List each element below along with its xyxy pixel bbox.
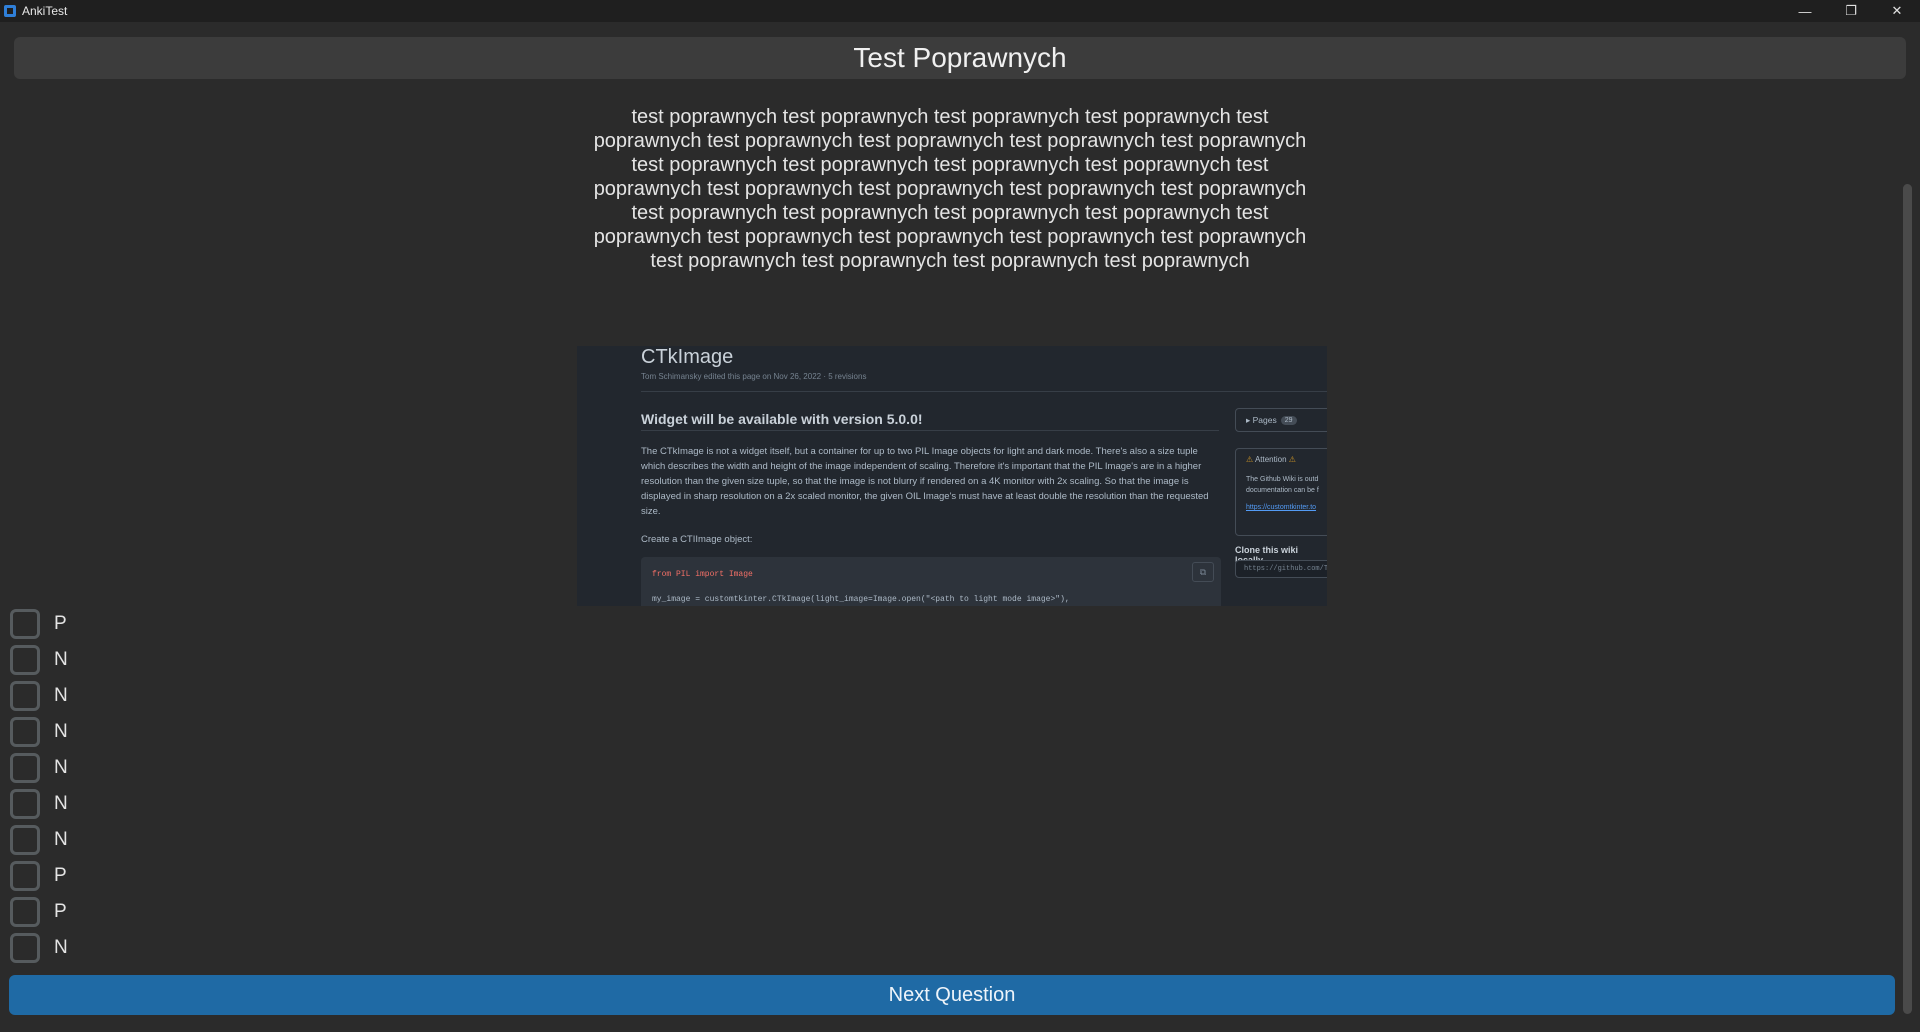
answer-checkbox[interactable]: [10, 609, 40, 639]
copy-icon: ⧉: [1192, 562, 1214, 582]
image-clone-url: https://github.com/T: [1235, 560, 1327, 578]
image-pages-count: 29: [1280, 415, 1297, 425]
scrollbar-thumb[interactable]: [1903, 184, 1912, 1014]
answer-checkbox[interactable]: [10, 789, 40, 819]
title-bar: AnkiTest — ❐ ✕: [0, 0, 1920, 22]
image-create-text: Create a CTIImage object:: [641, 534, 753, 545]
answer-option[interactable]: N: [10, 930, 210, 966]
answer-option[interactable]: N: [10, 822, 210, 858]
answer-option[interactable]: N: [10, 678, 210, 714]
answer-checkbox[interactable]: [10, 753, 40, 783]
answer-label: N: [54, 793, 68, 814]
minimize-button[interactable]: —: [1782, 0, 1828, 22]
answer-checkbox[interactable]: [10, 645, 40, 675]
answer-label: N: [54, 829, 68, 850]
image-divider: [641, 430, 1219, 431]
answer-option[interactable]: N: [10, 714, 210, 750]
app-icon: [4, 5, 16, 17]
answer-option[interactable]: P: [10, 894, 210, 930]
answer-checkbox[interactable]: [10, 717, 40, 747]
warning-icon: ⚠: [1288, 455, 1296, 464]
restore-button[interactable]: ❐: [1828, 0, 1874, 22]
answer-checkbox[interactable]: [10, 897, 40, 927]
answer-checkbox[interactable]: [10, 861, 40, 891]
answer-label: P: [54, 865, 67, 886]
image-code-line: my_image = customtkinter.CTkImage(light_…: [652, 595, 1070, 604]
page-title: Test Poprawnych: [853, 42, 1067, 73]
image-pages-label: Pages: [1252, 415, 1277, 425]
answer-checkbox[interactable]: [10, 825, 40, 855]
window-title: AnkiTest: [22, 4, 68, 18]
warning-icon: ⚠: [1246, 455, 1254, 464]
image-attention-text: The Github Wiki is outd documentation ca…: [1246, 476, 1319, 494]
answer-checkbox[interactable]: [10, 933, 40, 963]
answer-option[interactable]: N: [10, 642, 210, 678]
answer-option[interactable]: N: [10, 786, 210, 822]
image-page-meta: Tom Schimansky edited this page on Nov 2…: [641, 372, 867, 381]
answer-option[interactable]: N: [10, 750, 210, 786]
window-controls: — ❐ ✕: [1782, 0, 1920, 22]
answer-label: P: [54, 613, 67, 634]
answer-label: N: [54, 721, 68, 742]
question-image: CTkImage Tom Schimansky edited this page…: [577, 346, 1327, 606]
image-page-title: CTkImage: [641, 346, 734, 368]
image-attention-link: https://customtkinter.to: [1246, 504, 1317, 511]
image-attention-label: Attention: [1254, 455, 1287, 464]
answer-label: N: [54, 937, 68, 958]
page-header: Test Poprawnych: [14, 37, 1906, 79]
image-pages-box: ▸ Pages 29: [1235, 408, 1327, 432]
answer-label: N: [54, 757, 68, 778]
answer-label: P: [54, 901, 67, 922]
caret-right-icon: ▸: [1246, 414, 1253, 425]
answer-options: P N N N N N N P P N: [10, 606, 210, 966]
close-button[interactable]: ✕: [1874, 0, 1920, 22]
answer-checkbox[interactable]: [10, 681, 40, 711]
answer-label: N: [54, 649, 68, 670]
next-question-button[interactable]: Next Question: [9, 975, 1895, 1015]
question-text: test poprawnych test poprawnych test pop…: [593, 106, 1307, 272]
image-heading: Widget will be available with version 5.…: [641, 411, 923, 427]
image-code-line: from PIL import Image: [652, 570, 753, 579]
image-divider: [641, 391, 1327, 392]
answer-label: N: [54, 685, 68, 706]
image-attention-box: ⚠ Attention ⚠ The Github Wiki is outd do…: [1235, 448, 1327, 536]
image-paragraph: The CTkImage is not a widget itself, but…: [641, 446, 1209, 517]
answer-option[interactable]: P: [10, 858, 210, 894]
answer-option[interactable]: P: [10, 606, 210, 642]
